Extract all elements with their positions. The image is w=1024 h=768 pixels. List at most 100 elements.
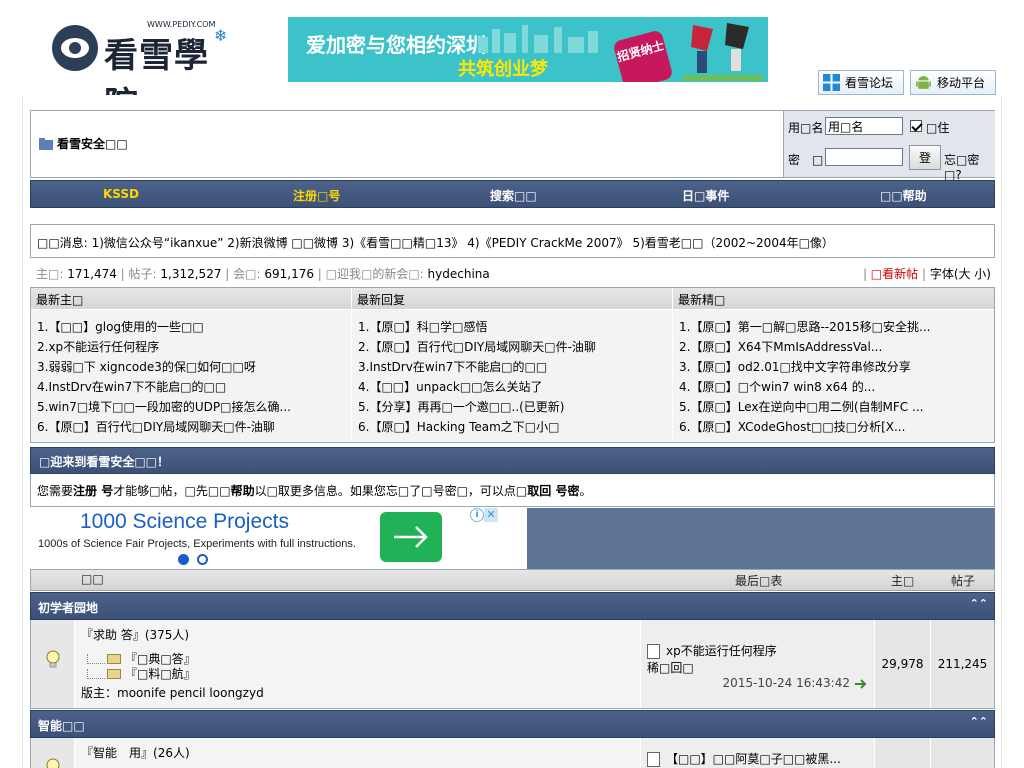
ad-arrow-button[interactable] — [380, 512, 442, 562]
latest-topic-item[interactable]: 5.win7□境下□□一段加密的UDP□接怎么确... — [31, 396, 351, 416]
latest-reply-item[interactable]: 6.【原□】Hacking Team之下□小□ — [352, 416, 672, 436]
latest-reply-item[interactable]: 2.【原□】百行代□DIY局域网聊天□件-油聊 — [352, 336, 672, 356]
latest-topic-item[interactable]: 3.弱弱□下 xigncode3的保□如何□□呀 — [31, 356, 351, 376]
username-input[interactable] — [825, 117, 903, 135]
forum-status-cell — [31, 738, 75, 768]
windows-icon — [823, 74, 840, 91]
ad-carousel-dots[interactable] — [178, 554, 208, 565]
top-banner-ad[interactable]: 爱加密与您相约深圳 共筑创业梦 招贤纳士 — [288, 17, 768, 82]
ad-side-panel — [527, 508, 995, 569]
remember-checkbox[interactable] — [910, 120, 922, 132]
login-button[interactable]: 登 — [909, 145, 941, 170]
announcement-prefix: □□消息: — [37, 236, 88, 250]
help-link[interactable]: 帮助 — [231, 484, 255, 498]
banner-line2: 共筑创业梦 — [458, 59, 548, 80]
remember-label: □住 — [926, 121, 950, 135]
latest-featured-item[interactable]: 5.【原□】Lex在逆向中□用二例(自制MFC ... — [673, 396, 994, 416]
password-input[interactable] — [825, 148, 903, 166]
posts-count: 1,312,527 — [160, 267, 222, 281]
forum-link-button[interactable]: 看雪论坛 — [818, 70, 904, 95]
newest-member[interactable]: hydechina — [428, 267, 490, 281]
forum-col-header: □□ — [81, 572, 104, 586]
forum-info: 『智能 用』(26人) — [75, 738, 640, 768]
latest-topic-item[interactable]: 1.【□□】glog使用的一些□□ — [31, 316, 351, 336]
arrow-right-icon — [394, 526, 428, 548]
site-title[interactable]: 看雪安全□□ — [39, 135, 128, 152]
category-title: 初学者园地 — [38, 601, 99, 615]
latest-topic-item[interactable]: 2.xp不能运行任何程序 — [31, 336, 351, 356]
mobile-platform-button[interactable]: 移动平台 — [910, 70, 996, 95]
folder-icon — [107, 668, 121, 679]
latest-topic-item[interactable]: 6.【原□】百行代□DIY局域网聊天□件-油聊 — [31, 416, 351, 436]
latest-featured-item[interactable]: 3.【原□】od2.01□找中文字符串修改分享 — [673, 356, 994, 376]
last-post-title[interactable]: xp不能运行任何程序 — [666, 644, 777, 658]
password-label: 密 □ — [788, 153, 824, 167]
moderators-label: 版主： — [81, 686, 118, 700]
latest-featured-item[interactable]: 4.【原□】□个win7 win8 x64 的... — [673, 376, 994, 396]
nav-kssd[interactable]: KSSD — [103, 187, 139, 201]
moderators[interactable]: moonife pencil loongzyd — [117, 686, 264, 700]
latest-featured-item[interactable]: 6.【原□】XCodeGhost□□技□分析[X... — [673, 416, 994, 436]
ad-headline[interactable]: 1000 Science Projects — [80, 510, 289, 534]
forum-name[interactable]: 『求助 答』 — [81, 628, 145, 642]
last-post-cell: xp不能运行任何程序 稀□回□ 2015-10-24 16:43:42 — [640, 620, 874, 708]
subforum-item[interactable]: 『□料□航』 — [87, 666, 634, 681]
nav-events[interactable]: 日□事件 — [682, 187, 729, 204]
mobile-platform-label: 移动平台 — [937, 76, 986, 90]
folder-icon — [107, 653, 121, 664]
subforum-item[interactable]: 『□典□答』 — [87, 651, 634, 666]
new-posts-link[interactable]: □看新帖 — [871, 267, 918, 281]
forum-link-label: 看雪论坛 — [845, 76, 894, 90]
forum-status-cell — [31, 620, 75, 708]
science-ad[interactable]: 1000 Science Projects 1000s of Science F… — [30, 508, 527, 569]
last-post-title[interactable]: 【□□】□□阿莫□子□□被黑... — [666, 752, 841, 766]
forum-table-header: □□ 最后□表 主□ 帖子 — [30, 569, 995, 591]
announcement-text[interactable]: 1)微信公众号“ikanxue” 2)新浪微博 □□微博 3)《看雪□□精□13… — [92, 236, 834, 250]
nav-help[interactable]: □□帮助 — [880, 187, 927, 204]
topics-col-header: 主□ — [891, 574, 915, 588]
collapse-icon[interactable]: ⌃⌃ — [970, 715, 988, 728]
latest-topics-header: 最新主□ — [31, 288, 351, 310]
ad-info-icon[interactable]: i — [470, 508, 484, 522]
retrieve-account-link[interactable]: 取回 号密 — [527, 484, 579, 498]
posts-count-cell — [930, 738, 994, 768]
forgot-password-link[interactable]: 忘□密□? — [944, 151, 995, 182]
forum-name[interactable]: 『智能 用』 — [81, 746, 153, 760]
topics-count: 171,474 — [67, 267, 117, 281]
category-smart[interactable]: 智能□□ ⌃⌃ — [30, 710, 995, 738]
register-link[interactable]: 注册 号 — [73, 484, 113, 498]
carousel-dot[interactable] — [197, 554, 208, 565]
members-label: 会□: — [233, 267, 261, 281]
username-label: 用□名 — [788, 121, 824, 135]
latest-reply-item[interactable]: 3.InstDrv在win7下不能启□的□□ — [352, 356, 672, 376]
posts-label: 帖子: — [128, 267, 157, 281]
ad-subline: 1000s of Science Fair Projects, Experime… — [38, 538, 356, 550]
banner-badge: 招贤纳士 — [612, 29, 674, 82]
carousel-dot-active[interactable] — [178, 554, 189, 565]
font-size-toggle[interactable]: 字体(大 小) — [930, 267, 991, 281]
ad-close-icon[interactable]: ✕ — [484, 508, 498, 522]
latest-reply-item[interactable]: 5.【分享】再再□一个邀□□..(已更新) — [352, 396, 672, 416]
category-beginners[interactable]: 初学者园地 ⌃⌃ — [30, 592, 995, 620]
collapse-icon[interactable]: ⌃⌃ — [970, 597, 988, 610]
latest-topics-column: 最新主□ 1.【□□】glog使用的一些□□ 2.xp不能运行任何程序 3.弱弱… — [31, 288, 352, 442]
latest-reply-item[interactable]: 4.【□□】unpack□□怎么关站了 — [352, 376, 672, 396]
nav-search[interactable]: 搜索□□ — [490, 187, 537, 204]
latest-featured-header: 最新精□ — [673, 288, 994, 310]
skyline-icon — [478, 25, 598, 53]
forum-online: (375人) — [144, 628, 190, 642]
latest-topic-item[interactable]: 4.InstDrv在win7下不能启□的□□ — [31, 376, 351, 396]
site-logo[interactable]: WWW.PEDIY.COM 看雪學院 ❄ — [52, 20, 232, 125]
forum-row: 『智能 用』(26人) 【□□】□□阿莫□子□□被黑... — [30, 738, 995, 768]
latest-reply-item[interactable]: 1.【原□】科□学□感悟 — [352, 316, 672, 336]
topics-count-cell: 29,978 — [874, 620, 930, 708]
lightbulb-icon — [46, 650, 60, 668]
latest-featured-item[interactable]: 1.【原□】第一□解□思路--2015移□安全挑... — [673, 316, 994, 336]
latest-featured-item[interactable]: 2.【原□】X64下MmIsAddressVal... — [673, 336, 994, 356]
nav-register[interactable]: 注册□号 — [293, 187, 340, 204]
last-post-author[interactable]: 稀□回□ — [647, 659, 868, 676]
android-icon — [916, 76, 931, 89]
forum-topics: 29,978 — [881, 657, 924, 671]
eye-logo-icon — [52, 25, 98, 71]
go-to-post-icon[interactable] — [854, 678, 868, 689]
